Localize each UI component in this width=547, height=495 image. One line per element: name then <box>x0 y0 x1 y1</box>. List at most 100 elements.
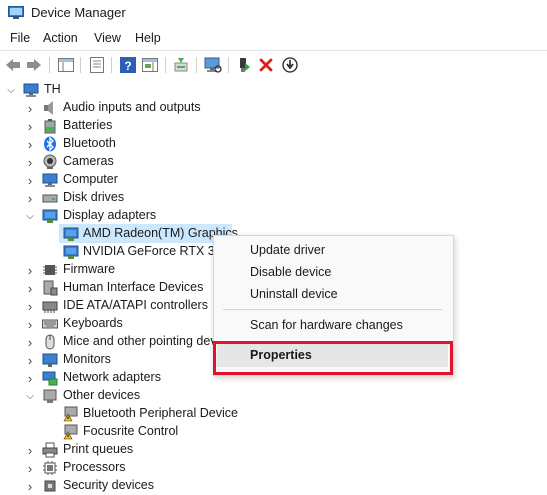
expand-chevron-icon[interactable]: › <box>25 479 35 494</box>
tree-item-label: Firmware <box>63 262 116 276</box>
toolbar-separator <box>111 57 112 73</box>
expand-chevron-icon[interactable]: › <box>25 461 35 476</box>
tree-item-label: Human Interface Devices <box>63 280 204 294</box>
tree-item-label: Display adapters <box>63 208 157 222</box>
display-adapter-icon <box>63 245 79 259</box>
tree-item-label: Keyboards <box>63 316 123 330</box>
display-adapter-icon <box>63 227 79 241</box>
tree-item-label: Other devices <box>63 388 141 402</box>
tree-item-label: Monitors <box>63 352 111 366</box>
hid-icon <box>43 280 58 296</box>
forward-icon[interactable] <box>24 55 44 75</box>
tree-category-item[interactable]: › Batteries <box>0 117 547 135</box>
tree-device-item[interactable]: Bluetooth Peripheral Device <box>0 405 547 423</box>
expand-chevron-icon[interactable]: › <box>25 371 35 386</box>
uninstall-device-icon[interactable] <box>256 55 276 75</box>
back-icon[interactable] <box>3 55 23 75</box>
menu-bar: File Action View Help <box>0 29 547 49</box>
update-driver-menu-item[interactable]: Update driver <box>250 243 325 257</box>
tree-root-label: TH <box>44 82 61 96</box>
tree-category-item[interactable]: › Computer <box>0 171 547 189</box>
uninstall-device-menu-item[interactable]: Uninstall device <box>250 287 338 301</box>
properties-icon[interactable] <box>87 55 107 75</box>
update-driver-icon[interactable] <box>171 55 191 75</box>
ide-controller-icon <box>42 301 58 313</box>
printer-icon <box>42 442 58 458</box>
warning-device-icon <box>63 406 78 422</box>
expand-chevron-icon[interactable]: › <box>25 299 35 314</box>
computer-icon <box>42 173 58 187</box>
security-device-icon <box>44 480 56 492</box>
expand-chevron-icon[interactable]: › <box>25 443 35 458</box>
tree-item-label: IDE ATA/ATAPI controllers <box>63 298 208 312</box>
toolbar-separator <box>49 57 50 73</box>
expand-chevron-icon[interactable]: › <box>25 101 35 116</box>
tree-category-item[interactable]: › Security devices <box>0 477 547 495</box>
tree-category-item[interactable]: ⌵ Display adapters <box>0 207 547 225</box>
tree-category-item[interactable]: › Print queues <box>0 441 547 459</box>
tree-category-item[interactable]: › Audio inputs and outputs <box>0 99 547 117</box>
toolbar: ? <box>0 50 547 79</box>
tree-item-label: Processors <box>63 460 126 474</box>
tree-category-item[interactable]: › Bluetooth <box>0 135 547 153</box>
toolbar-separator <box>165 57 166 73</box>
tree-item-label: Batteries <box>63 118 113 132</box>
action-pane-icon[interactable] <box>140 55 160 75</box>
collapse-chevron-icon[interactable]: ⌵ <box>25 390 35 402</box>
tree-root[interactable]: ⌵ TH <box>0 81 547 99</box>
enable-device-icon[interactable] <box>234 55 254 75</box>
tree-item-label: Bluetooth <box>63 136 116 150</box>
collapse-chevron-icon[interactable]: ⌵ <box>6 84 16 96</box>
expand-chevron-icon[interactable]: › <box>25 119 35 134</box>
monitor-icon <box>42 353 58 367</box>
disable-device-menu-item[interactable]: Disable device <box>250 265 331 279</box>
toolbar-separator <box>80 57 81 73</box>
tree-category-item[interactable]: ⌵ Other devices <box>0 387 547 405</box>
tree-item-label: Cameras <box>63 154 114 168</box>
network-adapter-icon <box>42 371 58 386</box>
expand-chevron-icon[interactable]: › <box>25 317 35 332</box>
device-manager-icon <box>8 6 24 19</box>
speaker-icon <box>44 101 53 115</box>
disable-device-icon[interactable] <box>280 55 300 75</box>
mouse-icon <box>45 334 55 350</box>
window-title: Device Manager <box>31 5 126 20</box>
menu-file[interactable]: File <box>8 31 32 45</box>
menu-separator <box>223 309 442 310</box>
tree-item-label: Audio inputs and outputs <box>63 100 201 114</box>
expand-chevron-icon[interactable]: › <box>25 173 35 188</box>
tree-category-item[interactable]: › Cameras <box>0 153 547 171</box>
help-icon[interactable]: ? <box>118 55 138 75</box>
collapse-chevron-icon[interactable]: ⌵ <box>25 210 35 222</box>
menu-view[interactable]: View <box>92 31 123 45</box>
disk-drive-icon <box>42 194 58 203</box>
firmware-icon <box>43 265 57 275</box>
tree-device-item[interactable]: Focusrite Control <box>0 423 547 441</box>
menu-action[interactable]: Action <box>41 31 80 45</box>
other-devices-icon <box>43 389 57 403</box>
expand-chevron-icon[interactable]: › <box>25 191 35 206</box>
menu-help[interactable]: Help <box>133 31 163 45</box>
processor-icon <box>43 461 57 475</box>
svg-text:?: ? <box>124 59 131 73</box>
expand-chevron-icon[interactable]: › <box>25 155 35 170</box>
tree-category-item[interactable]: › Processors <box>0 459 547 477</box>
computer-icon <box>23 83 39 97</box>
expand-chevron-icon[interactable]: › <box>25 263 35 278</box>
tree-item-label: Disk drives <box>63 190 125 204</box>
warning-device-icon <box>63 424 78 440</box>
tree-item-label: Bluetooth Peripheral Device <box>83 406 238 420</box>
expand-chevron-icon[interactable]: › <box>25 137 35 152</box>
show-hide-console-tree-icon[interactable] <box>56 55 76 75</box>
tree-category-item[interactable]: › Disk drives <box>0 189 547 207</box>
expand-chevron-icon[interactable]: › <box>25 281 35 296</box>
scan-hardware-menu-item[interactable]: Scan for hardware changes <box>250 318 403 332</box>
tree-item-label: Computer <box>63 172 118 186</box>
tree-item-label: Focusrite Control <box>83 424 179 438</box>
expand-chevron-icon[interactable]: › <box>25 353 35 368</box>
toolbar-separator <box>196 57 197 73</box>
display-adapter-icon <box>42 209 58 223</box>
scan-hardware-icon[interactable] <box>203 55 223 75</box>
keyboard-icon <box>42 319 58 329</box>
expand-chevron-icon[interactable]: › <box>25 335 35 350</box>
